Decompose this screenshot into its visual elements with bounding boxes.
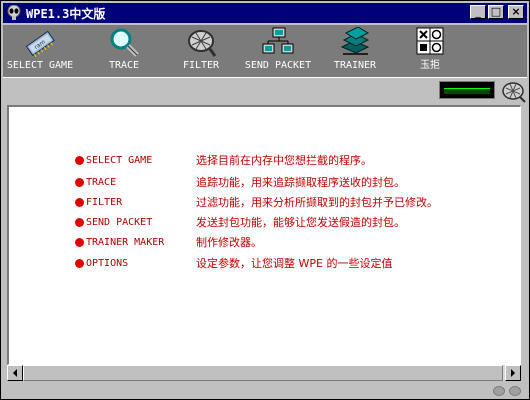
- status-bar: [3, 383, 527, 399]
- alien-app-icon[interactable]: [6, 5, 22, 21]
- network-computers-icon: [262, 27, 294, 54]
- title-bar[interactable]: WPE1.3中文版 _ □ ×: [3, 3, 527, 23]
- status-indicator-icon: [509, 386, 521, 396]
- bullet-icon: [75, 155, 84, 165]
- scroll-thumb[interactable]: [23, 365, 503, 381]
- bullet-icon: [75, 237, 84, 247]
- trainer-boxes-icon: [340, 27, 370, 55]
- arrow-left-icon: [13, 369, 17, 377]
- help-description: 设定参数，让您调整 WPE 的一些设定值: [196, 257, 393, 270]
- help-row-options: OPTIONS 设定参数，让您调整 WPE 的一些设定值: [75, 255, 392, 271]
- toolbar-filter-label: FILTER: [182, 60, 220, 71]
- window-title: WPE1.3中文版: [26, 6, 106, 21]
- toolbar-trainer-label: TRAINER: [333, 60, 377, 71]
- toolbar-trace-button[interactable]: TRACE: [89, 27, 159, 75]
- wpe-main-window: WPE1.3中文版 _ □ × ram SELECT GAME TRACE FI…: [0, 0, 530, 400]
- net-hand-icon: [502, 82, 526, 103]
- bullet-icon: [75, 197, 84, 207]
- help-row-send-packet: SEND PACKET 发送封包功能，能够让您发送假造的封包。: [75, 214, 405, 230]
- activity-meter-line: [444, 88, 490, 94]
- bullet-icon: [75, 217, 84, 227]
- magnifier-icon: [110, 28, 139, 57]
- close-button[interactable]: ×: [508, 5, 524, 19]
- toolbar-send-packet-label: SEND PACKET: [244, 60, 312, 71]
- help-description: 追踪功能，用来追踪撷取程序送收的封包。: [196, 176, 405, 189]
- toolbar-options-button[interactable]: 玉拒: [395, 27, 465, 75]
- maximize-icon: □: [490, 5, 502, 18]
- help-command: SELECT GAME: [86, 154, 153, 166]
- help-command: OPTIONS: [86, 257, 129, 269]
- help-command: FILTER: [86, 196, 123, 208]
- toolbar-send-packet-button[interactable]: SEND PACKET: [243, 27, 313, 75]
- help-command: SEND PACKET: [86, 216, 153, 228]
- close-icon: ×: [511, 5, 521, 18]
- toolbar-select-game-button[interactable]: ram SELECT GAME: [5, 27, 75, 75]
- scroll-left-button[interactable]: [7, 365, 23, 381]
- help-description: 选择目前在内存中您想拦截的程序。: [196, 154, 372, 167]
- help-description: 制作修改器。: [196, 236, 262, 249]
- scroll-right-button[interactable]: [505, 365, 521, 381]
- status-indicator-icon: [493, 386, 505, 396]
- help-command: TRACE: [86, 176, 117, 188]
- toolbar-trace-label: TRACE: [108, 60, 140, 71]
- activity-meter: [439, 81, 495, 99]
- options-grid-icon: [416, 27, 444, 55]
- ram-chip-icon: ram: [25, 30, 55, 57]
- help-row-trace: TRACE 追踪功能，用来追踪撷取程序送收的封包。: [75, 174, 405, 190]
- net-hand-button[interactable]: [501, 81, 527, 103]
- toolbar-select-game-label: SELECT GAME: [6, 60, 74, 71]
- filter-net-icon: [188, 30, 217, 57]
- toolbar: ram SELECT GAME TRACE FILTER SEND PACKET…: [3, 25, 527, 78]
- toolbar-options-label: 玉拒: [420, 60, 440, 71]
- help-command: TRAINER MAKER: [86, 236, 165, 248]
- help-content-panel: SELECT GAME 选择目前在内存中您想拦截的程序。 TRACE 追踪功能，…: [7, 105, 521, 365]
- help-row-select-game: SELECT GAME 选择目前在内存中您想拦截的程序。: [75, 152, 372, 168]
- toolbar-filter-button[interactable]: FILTER: [166, 27, 236, 75]
- help-description: 发送封包功能，能够让您发送假造的封包。: [196, 216, 405, 229]
- help-row-filter: FILTER 过滤功能，用来分析所撷取到的封包并予已修改。: [75, 194, 438, 210]
- minimize-icon: _: [475, 5, 481, 18]
- bullet-icon: [75, 258, 84, 268]
- maximize-button[interactable]: □: [488, 5, 504, 19]
- minimize-button[interactable]: _: [470, 5, 486, 19]
- bullet-icon: [75, 177, 84, 187]
- help-row-trainer-maker: TRAINER MAKER 制作修改器。: [75, 234, 262, 250]
- arrow-right-icon: [511, 369, 515, 377]
- help-description: 过滤功能，用来分析所撷取到的封包并予已修改。: [196, 196, 438, 209]
- toolbar-trainer-button[interactable]: TRAINER: [320, 27, 390, 75]
- horizontal-scrollbar[interactable]: [7, 365, 521, 381]
